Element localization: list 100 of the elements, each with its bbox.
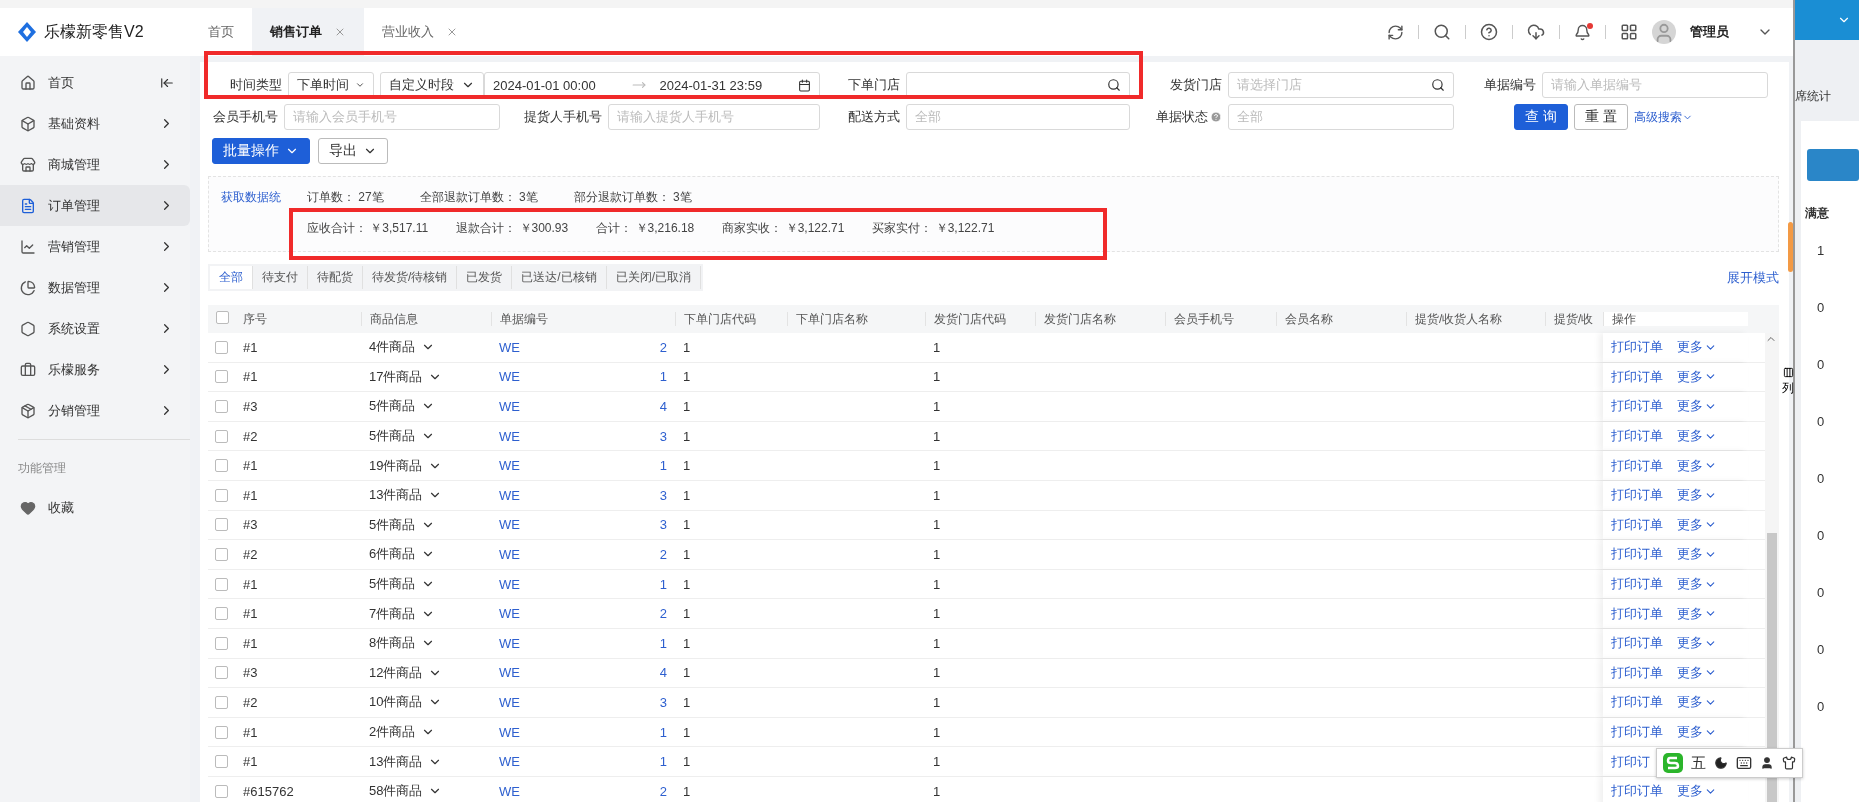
more-link[interactable]: 更多 bbox=[1677, 367, 1717, 386]
sidebar-item[interactable]: 首页 bbox=[0, 62, 190, 103]
advanced-search-link[interactable]: 高级搜索 bbox=[1633, 108, 1693, 126]
more-link[interactable]: 更多 bbox=[1677, 486, 1717, 505]
order-link[interactable]: WE bbox=[499, 546, 520, 562]
more-link[interactable]: 更多 bbox=[1677, 782, 1717, 801]
checkbox[interactable] bbox=[215, 547, 228, 561]
checkbox[interactable] bbox=[215, 725, 228, 739]
more-link[interactable]: 更多 bbox=[1677, 515, 1717, 534]
order-link[interactable]: 3 bbox=[659, 487, 667, 503]
apps-grid-icon[interactable] bbox=[1620, 23, 1638, 41]
checkbox[interactable] bbox=[216, 311, 229, 324]
order-link[interactable]: 3 bbox=[659, 428, 667, 444]
skin-icon[interactable] bbox=[1782, 756, 1796, 770]
print-order-link[interactable]: 打印订单 bbox=[1611, 604, 1663, 623]
status-tab[interactable]: 已送达/已核销 bbox=[512, 266, 607, 289]
print-order-link[interactable]: 打印订单 bbox=[1611, 545, 1663, 564]
select-field[interactable]: 自定义时段 bbox=[380, 72, 484, 98]
order-link[interactable]: 2 bbox=[659, 783, 667, 799]
order-link[interactable]: WE bbox=[499, 724, 520, 740]
print-order-link[interactable]: 打印订单 bbox=[1611, 693, 1663, 712]
order-link[interactable]: WE bbox=[499, 369, 520, 385]
more-link[interactable]: 更多 bbox=[1677, 723, 1717, 741]
keyboard-icon[interactable] bbox=[1736, 755, 1752, 771]
order-link[interactable]: 1 bbox=[659, 635, 667, 651]
select-field[interactable]: 下单时间 bbox=[288, 72, 374, 98]
sidebar-item[interactable]: 收藏 bbox=[0, 487, 190, 528]
order-link[interactable]: 1 bbox=[659, 369, 667, 385]
order-link[interactable]: WE bbox=[499, 458, 520, 474]
more-link[interactable]: 更多 bbox=[1677, 456, 1717, 475]
sidebar-item[interactable]: 订单管理 bbox=[0, 185, 190, 226]
order-link[interactable]: WE bbox=[499, 694, 520, 710]
print-order-link[interactable]: 打印订单 bbox=[1611, 575, 1663, 594]
moon-icon[interactable] bbox=[1714, 756, 1728, 770]
checkbox[interactable] bbox=[215, 400, 228, 413]
user-name[interactable]: 管理员 bbox=[1690, 23, 1729, 41]
more-link[interactable]: 更多 bbox=[1677, 427, 1717, 446]
batch-button[interactable]: 批量操作 bbox=[212, 138, 310, 164]
order-link[interactable]: WE bbox=[499, 428, 520, 444]
order-link[interactable]: WE bbox=[499, 487, 520, 503]
query-button[interactable]: 查 询 bbox=[1514, 104, 1568, 130]
order-link[interactable]: 2 bbox=[659, 339, 667, 355]
checkbox[interactable] bbox=[215, 666, 228, 680]
more-link[interactable]: 更多 bbox=[1677, 693, 1717, 712]
print-order-link[interactable]: 打印订单 bbox=[1611, 634, 1663, 653]
checkbox[interactable] bbox=[215, 784, 228, 798]
more-link[interactable]: 更多 bbox=[1677, 397, 1717, 416]
checkbox[interactable] bbox=[215, 636, 228, 650]
sidebar-item[interactable]: 分销管理 bbox=[0, 390, 190, 431]
status-tab[interactable]: 已关闭/已取消 bbox=[606, 266, 702, 289]
checkbox[interactable] bbox=[215, 340, 228, 354]
sidebar-item[interactable]: 营销管理 bbox=[0, 226, 190, 267]
refresh-icon[interactable] bbox=[1387, 23, 1404, 41]
order-link[interactable]: WE bbox=[499, 339, 520, 355]
expand-mode-link[interactable]: 展开模式 bbox=[1727, 268, 1779, 287]
status-tab[interactable]: 全部 bbox=[210, 266, 253, 289]
collapse-icon[interactable] bbox=[160, 75, 174, 90]
checkbox[interactable] bbox=[215, 518, 228, 532]
print-order-link[interactable]: 打印订单 bbox=[1611, 515, 1663, 534]
more-link[interactable]: 更多 bbox=[1677, 545, 1717, 564]
sidebar-item[interactable]: 基础资料 bbox=[0, 103, 190, 144]
status-tab[interactable]: 已发货 bbox=[457, 266, 513, 289]
search-icon[interactable] bbox=[1433, 23, 1451, 41]
order-link[interactable]: 2 bbox=[659, 606, 667, 622]
bell-icon[interactable] bbox=[1574, 23, 1591, 41]
order-link[interactable]: 1 bbox=[659, 458, 667, 474]
print-order-link[interactable]: 打印订单 bbox=[1611, 456, 1663, 475]
order-link[interactable]: WE bbox=[499, 665, 520, 681]
order-link[interactable]: WE bbox=[499, 399, 520, 414]
order-link[interactable]: 1 bbox=[659, 576, 667, 592]
order-link[interactable]: 1 bbox=[659, 754, 667, 770]
print-order-link[interactable]: 打印订单 bbox=[1611, 723, 1663, 741]
checkbox[interactable] bbox=[215, 695, 228, 709]
status-tab[interactable]: 待发货/待核销 bbox=[363, 266, 458, 289]
reset-button[interactable]: 重 置 bbox=[1573, 104, 1628, 130]
checkbox[interactable] bbox=[215, 577, 228, 591]
user-icon[interactable] bbox=[1760, 756, 1774, 770]
checkbox[interactable] bbox=[215, 370, 228, 384]
order-link[interactable]: WE bbox=[499, 576, 520, 592]
checkbox[interactable] bbox=[215, 755, 228, 769]
cloud-download-icon[interactable] bbox=[1527, 23, 1545, 41]
order-link[interactable]: WE bbox=[499, 783, 520, 799]
sidebar-item[interactable]: 系统设置 bbox=[0, 308, 190, 349]
order-link[interactable]: 3 bbox=[659, 517, 667, 533]
page-tab[interactable]: 销售订单 bbox=[252, 8, 364, 56]
checkbox[interactable] bbox=[215, 607, 228, 621]
stats-link[interactable]: 获取数据统 bbox=[221, 189, 281, 206]
sidebar-item[interactable]: 乐檬服务 bbox=[0, 349, 190, 390]
order-link[interactable]: 2 bbox=[659, 546, 667, 562]
export-button[interactable]: 导出 bbox=[318, 138, 388, 164]
print-order-link[interactable]: 打印订单 bbox=[1611, 663, 1663, 682]
more-link[interactable]: 更多 bbox=[1677, 663, 1717, 682]
help-icon[interactable] bbox=[1480, 23, 1498, 41]
more-link[interactable]: 更多 bbox=[1677, 575, 1717, 594]
columns-button[interactable]: 列 bbox=[1777, 367, 1799, 397]
order-link[interactable]: WE bbox=[499, 635, 520, 651]
status-tab[interactable]: 待配货 bbox=[308, 266, 363, 289]
order-link[interactable]: 3 bbox=[659, 694, 667, 710]
ime-mode-text[interactable]: 五 bbox=[1691, 753, 1706, 773]
print-order-link[interactable]: 打印订单 bbox=[1611, 427, 1663, 446]
